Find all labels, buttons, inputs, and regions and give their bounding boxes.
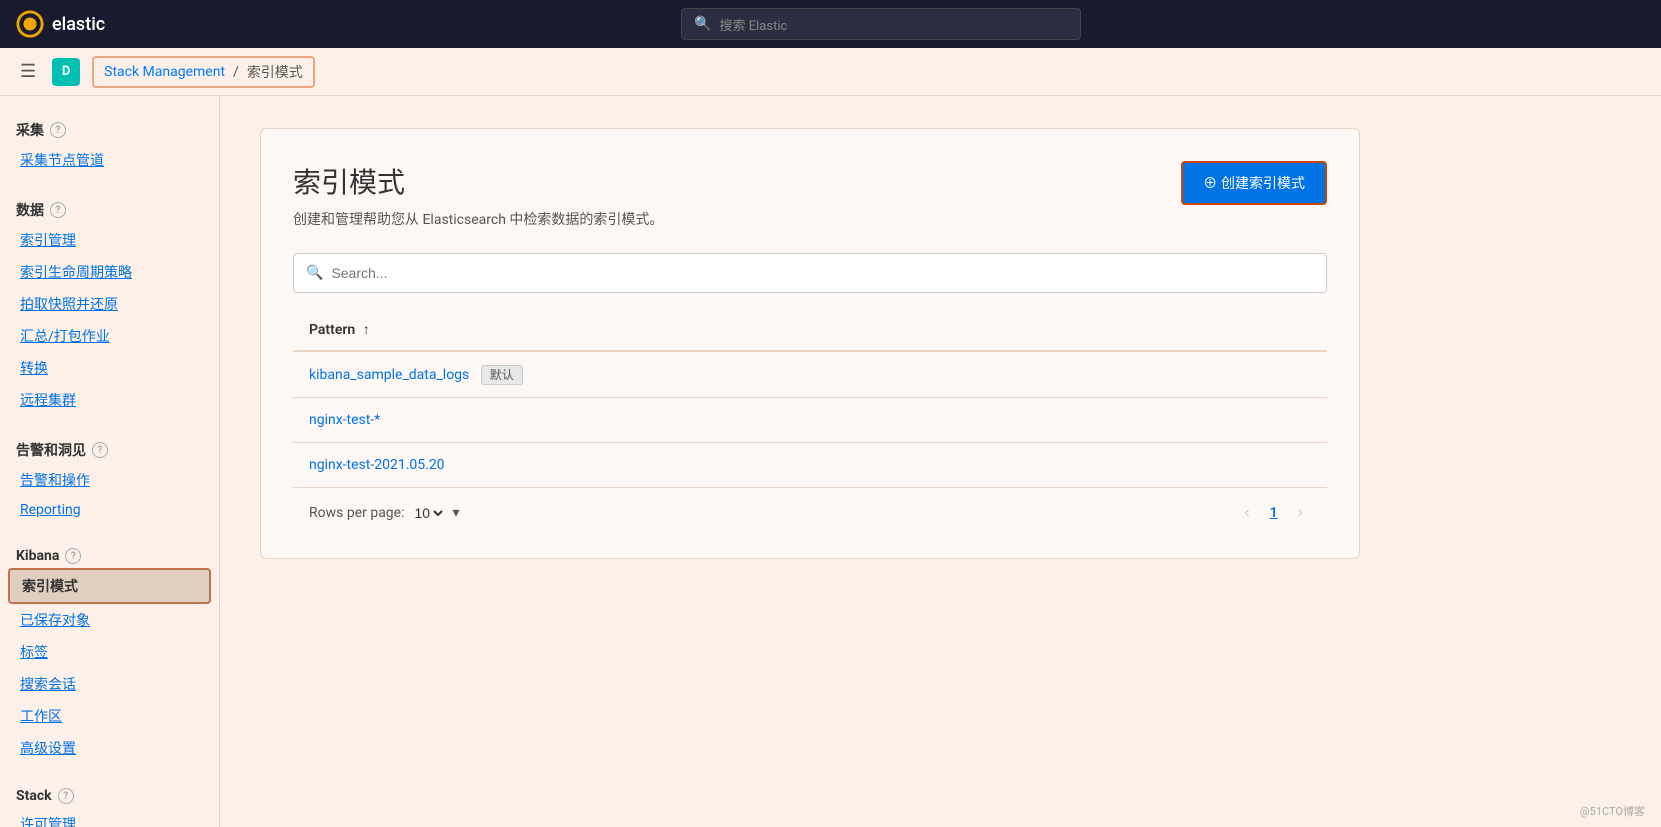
sidebar-section-data: 数据 ? 索引管理 索引生命周期策略 拍取快照并还原 汇总/打包作业 转换 远程… [0,192,219,416]
rows-per-page-label: Rows per page: [309,505,404,521]
sidebar-item-ilm[interactable]: 索引生命周期策略 [0,256,219,288]
sidebar-item-advanced-settings[interactable]: 高级设置 [0,732,219,764]
user-avatar: D [52,58,80,86]
sidebar-section-title-alerts: 告警和洞见 ? [0,432,219,464]
table-body: kibana_sample_data_logs 默认 nginx-test-* … [293,351,1327,488]
rows-per-page-select[interactable]: 10 25 50 [410,504,446,522]
sidebar-section-title-stack: Stack ? [0,780,219,808]
sidebar-section-stack: Stack ? 许可管理 8.0 升级助手 [0,780,219,827]
data-help-icon[interactable]: ? [50,202,66,218]
sidebar-section-collect: 采集 ? 采集节点管道 [0,112,219,176]
chevron-down-icon: ▾ [452,505,459,521]
sidebar-item-index-patterns[interactable]: 索引模式 [8,568,211,604]
table-header: Pattern ↑ [293,309,1327,351]
current-page-number[interactable]: 1 [1262,501,1286,525]
sidebar-item-index-management[interactable]: 索引管理 [0,224,219,256]
elastic-logo-text: elastic [52,14,105,35]
sidebar-item-tags[interactable]: 标签 [0,636,219,668]
sidebar-item-snapshot[interactable]: 拍取快照并还原 [0,288,219,320]
sort-arrow-icon: ↑ [363,322,370,338]
elastic-logo: elastic [16,10,105,38]
sidebar-item-saved-objects[interactable]: 已保存对象 [0,604,219,636]
breadcrumb-stack-management[interactable]: Stack Management [104,64,225,80]
pattern-link-2[interactable]: nginx-test-* [309,412,380,428]
rows-per-page: Rows per page: 10 25 50 ▾ [309,504,460,522]
sidebar-section-alerts: 告警和洞见 ? 告警和操作 Reporting [0,432,219,524]
table-cell-pattern: kibana_sample_data_logs 默认 [293,351,1327,398]
collect-help-icon[interactable]: ? [50,122,66,138]
page-title: 索引模式 [293,161,663,201]
breadcrumb: Stack Management / 索引模式 [92,56,315,88]
elastic-logo-icon [16,10,44,38]
prev-page-button[interactable]: ‹ [1236,500,1257,526]
search-container: 🔍 [293,253,1327,293]
sidebar-item-rollup[interactable]: 汇总/打包作业 [0,320,219,352]
pagination-bar: Rows per page: 10 25 50 ▾ ‹ 1 › [293,488,1327,526]
sidebar-item-workspaces[interactable]: 工作区 [0,700,219,732]
sidebar-item-transform[interactable]: 转换 [0,352,219,384]
alerts-help-icon[interactable]: ? [92,442,108,458]
top-bar: elastic 🔍 搜索 Elastic [0,0,1661,48]
watermark: @51CTO博客 [1580,803,1645,819]
global-search-placeholder: 搜索 Elastic [720,15,788,34]
kibana-help-icon[interactable]: ? [65,548,81,564]
sidebar-item-collect-pipeline[interactable]: 采集节点管道 [0,144,219,176]
search-icon: 🔍 [694,16,711,32]
next-page-button[interactable]: › [1290,500,1311,526]
search-input[interactable] [331,265,1314,281]
search-icon: 🔍 [306,265,323,281]
table-row: nginx-test-2021.05.20 [293,443,1327,488]
stack-help-icon[interactable]: ? [58,788,74,804]
sidebar-item-alerts-actions[interactable]: 告警和操作 [0,464,219,496]
table-cell-pattern: nginx-test-* [293,398,1327,443]
content-panel: 索引模式 创建和管理帮助您从 Elasticsearch 中检索数据的索引模式。… [260,128,1360,559]
sidebar-section-title-collect: 采集 ? [0,112,219,144]
create-index-pattern-button[interactable]: ⊕ 创建索引模式 [1181,161,1327,205]
sidebar-section-kibana: Kibana ? 索引模式 已保存对象 标签 搜索会话 工作区 高级设置 [0,540,219,764]
global-search-bar[interactable]: 🔍 搜索 Elastic [681,8,1081,40]
sidebar-section-title-data: 数据 ? [0,192,219,224]
menu-toggle-button[interactable]: ☰ [16,57,40,86]
table-row: nginx-test-* [293,398,1327,443]
column-header-pattern[interactable]: Pattern ↑ [293,309,1327,351]
sidebar-item-reporting[interactable]: Reporting [0,496,219,524]
page-subtitle: 创建和管理帮助您从 Elasticsearch 中检索数据的索引模式。 [293,209,663,229]
sidebar: 采集 ? 采集节点管道 数据 ? 索引管理 索引生命周期策略 拍取快照并还原 汇… [0,96,220,827]
table-cell-pattern: nginx-test-2021.05.20 [293,443,1327,488]
sidebar-section-title-kibana: Kibana ? [0,540,219,568]
table-row: kibana_sample_data_logs 默认 [293,351,1327,398]
sidebar-item-license[interactable]: 许可管理 [0,808,219,827]
content-title-group: 索引模式 创建和管理帮助您从 Elasticsearch 中检索数据的索引模式。 [293,161,663,229]
breadcrumb-separator: / [233,64,239,80]
pagination-controls: ‹ 1 › [1236,500,1311,526]
breadcrumb-current: 索引模式 [247,62,303,82]
content-area: 索引模式 创建和管理帮助您从 Elasticsearch 中检索数据的索引模式。… [220,96,1661,827]
index-patterns-table: Pattern ↑ kibana_sample_data_logs 默认 [293,309,1327,488]
content-header: 索引模式 创建和管理帮助您从 Elasticsearch 中检索数据的索引模式。… [293,161,1327,229]
default-badge: 默认 [481,365,523,385]
sidebar-item-search-sessions[interactable]: 搜索会话 [0,668,219,700]
pattern-link-3[interactable]: nginx-test-2021.05.20 [309,457,445,473]
sidebar-item-remote-cluster[interactable]: 远程集群 [0,384,219,416]
pattern-link-1[interactable]: kibana_sample_data_logs [309,367,469,383]
main-layout: 采集 ? 采集节点管道 数据 ? 索引管理 索引生命周期策略 拍取快照并还原 汇… [0,96,1661,827]
breadcrumb-bar: ☰ D Stack Management / 索引模式 [0,48,1661,96]
